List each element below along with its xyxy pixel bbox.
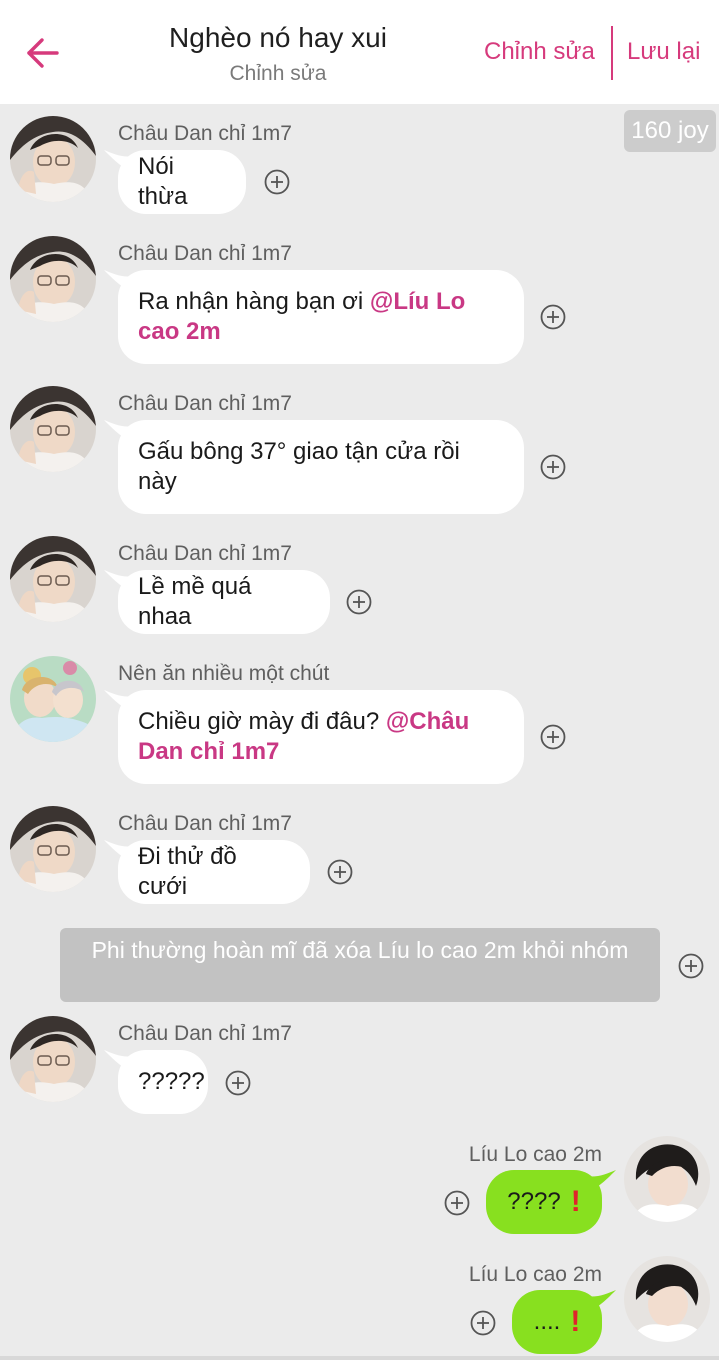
sender-name: Châu Dan chỉ 1m7 [118,122,292,145]
avatar[interactable] [10,386,96,472]
message-text: .... [533,1308,561,1335]
red-exclamation-icon: ! [570,1305,581,1338]
sender-name: Châu Dan chỉ 1m7 [118,1022,292,1045]
message-text: Ra nhận hàng bạn ơi @Líu Lo cao 2m [138,288,466,345]
avatar[interactable] [10,656,96,742]
message-text: Nói thừa [138,153,188,210]
sender-name: Châu Dan chỉ 1m7 [118,392,292,415]
joy-badge: 160 joy [624,110,716,152]
avatar[interactable] [10,236,96,322]
bubble-tail [104,150,136,172]
save-button[interactable]: Lưu lại [627,38,700,66]
plus-circle-icon[interactable] [470,1310,496,1336]
sender-name: Líu Lo cao 2m [468,1143,602,1166]
plus-circle-icon[interactable] [678,953,704,979]
avatar[interactable] [10,1016,96,1102]
bubble-tail [104,1050,136,1072]
avatar[interactable] [10,536,96,622]
message-text: ???? [507,1188,561,1215]
message-bubble[interactable]: Lề mề quá nhaa [118,570,330,634]
message-text: ????? [138,1068,205,1095]
avatar[interactable] [624,1136,710,1222]
bubble-tail [104,840,136,862]
message-bubble[interactable]: Chiều giờ mày đi đâu? @Châu Dan chỉ 1m7 [118,690,524,784]
message-bubble[interactable]: Nói thừa [118,150,246,214]
bubble-tail [584,1170,616,1192]
sender-name: Châu Dan chỉ 1m7 [118,542,292,565]
sender-name: Nên ăn nhiều một chút [118,662,330,685]
plus-circle-icon[interactable] [327,859,353,885]
red-exclamation-icon: ! [570,1185,581,1218]
chat-subtitle: Chỉnh sửa [229,62,327,85]
message-text: Gấu bông 37° giao tận cửa rồi này [138,438,460,495]
system-notification: Phi thường hoàn mĩ đã xóa Líu lo cao 2m … [60,928,660,1002]
plus-circle-icon[interactable] [225,1070,251,1096]
message-text: Chiều giờ mày đi đâu? @Châu Dan chỉ 1m7 [138,708,470,765]
message-bubble[interactable]: Gấu bông 37° giao tận cửa rồi này [118,420,524,514]
edit-button[interactable]: Chỉnh sửa [484,38,595,66]
bubble-tail [104,420,136,442]
plus-circle-icon[interactable] [264,169,290,195]
avatar[interactable] [10,116,96,202]
bottom-divider [0,1356,719,1360]
message-bubble[interactable]: ????! [486,1170,602,1234]
avatar[interactable] [10,806,96,892]
message-text: Lề mề quá nhaa [138,573,252,630]
chat-title: Nghèo nó hay xui [169,22,387,53]
sender-name: Châu Dan chỉ 1m7 [118,242,292,265]
avatar[interactable] [624,1256,710,1342]
message-bubble[interactable]: ????? [118,1050,208,1114]
message-bubble[interactable]: ....! [512,1290,602,1354]
bubble-tail [104,270,136,292]
plus-circle-icon[interactable] [346,589,372,615]
sender-name: Châu Dan chỉ 1m7 [118,812,292,835]
bubble-tail [584,1290,616,1312]
chat-header: Nghèo nó hay xui Chỉnh sửa Chỉnh sửa Lưu… [0,0,719,104]
bubble-tail [104,690,136,712]
bubble-tail [104,570,136,592]
header-divider [611,26,613,80]
message-bubble[interactable]: Đi thử đồ cưới [118,840,310,904]
sender-name: Líu Lo cao 2m [468,1263,602,1286]
message-text: Đi thử đồ cưới [138,843,237,900]
message-bubble[interactable]: Ra nhận hàng bạn ơi @Líu Lo cao 2m [118,270,524,364]
plus-circle-icon[interactable] [540,454,566,480]
plus-circle-icon[interactable] [444,1190,470,1216]
plus-circle-icon[interactable] [540,724,566,750]
plus-circle-icon[interactable] [540,304,566,330]
